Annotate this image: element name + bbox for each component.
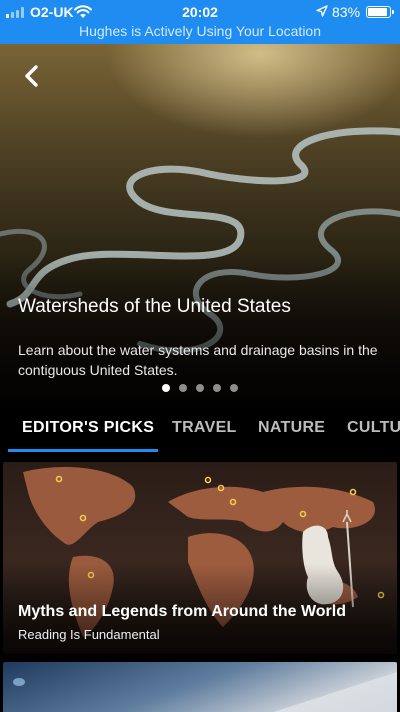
card-subtitle: Reading Is Fundamental	[18, 627, 160, 642]
back-button[interactable]	[18, 62, 46, 90]
page-dot[interactable]	[213, 384, 221, 392]
location-usage-banner[interactable]: Hughes is Actively Using Your Location	[0, 23, 400, 39]
hero-title[interactable]: Watersheds of the United States	[18, 296, 291, 318]
status-bar: O2-UK 20:02 83% Hughes is Actively Using…	[0, 0, 400, 44]
article-card-next[interactable]	[3, 662, 397, 712]
page-dot[interactable]	[196, 384, 204, 392]
page-dot[interactable]	[179, 384, 187, 392]
hero-description: Learn about the water systems and draina…	[18, 342, 378, 378]
category-tabs: EDITOR'S PICKS TRAVEL NATURE CULTU	[0, 402, 400, 454]
page-dot[interactable]	[230, 384, 238, 392]
battery-icon	[366, 6, 394, 18]
article-card[interactable]: Myths and Legends from Around the World …	[3, 462, 397, 654]
hero-carousel[interactable]: Watersheds of the United States Learn ab…	[0, 44, 400, 402]
tab-travel[interactable]: TRAVEL	[172, 419, 237, 437]
location-arrow-icon	[316, 5, 328, 17]
page-dot[interactable]	[162, 384, 170, 392]
carousel-page-indicator[interactable]	[162, 384, 238, 392]
tab-editors-picks[interactable]: EDITOR'S PICKS	[22, 419, 154, 437]
battery-percentage: 83%	[332, 4, 361, 20]
card-image	[13, 672, 397, 712]
tab-culture[interactable]: CULTU	[347, 419, 400, 437]
active-tab-indicator	[8, 449, 158, 452]
card-title[interactable]: Myths and Legends from Around the World	[18, 603, 346, 621]
tab-nature[interactable]: NATURE	[258, 419, 325, 437]
